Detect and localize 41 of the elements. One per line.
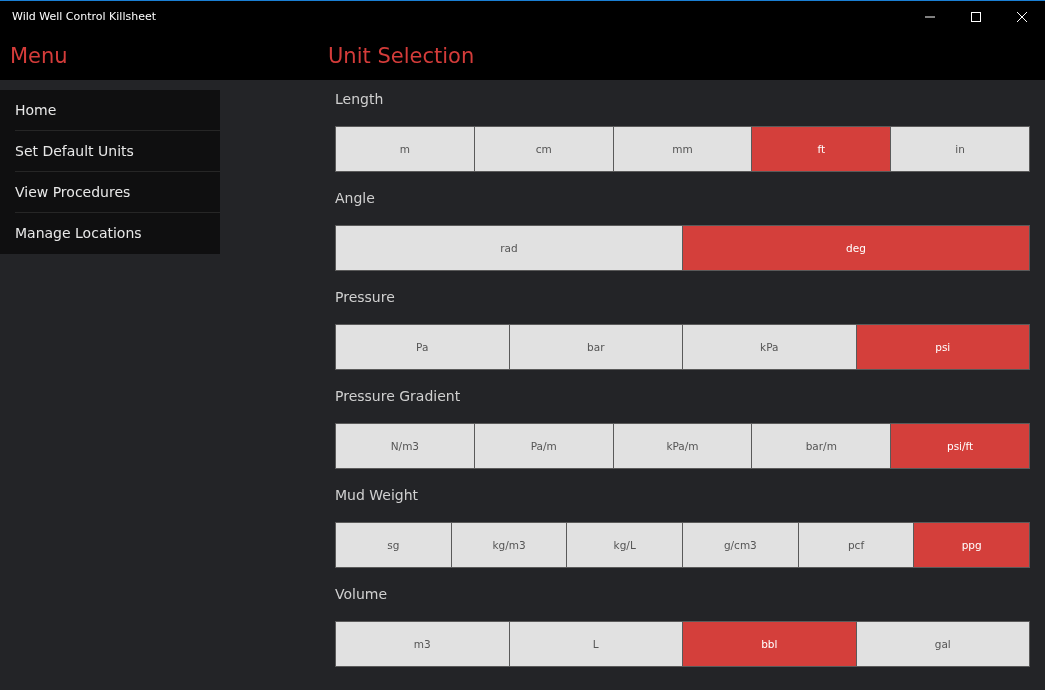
- unit-group-label: Pressure Gradient: [335, 388, 462, 406]
- unit-option-button[interactable]: mm: [612, 127, 752, 171]
- unit-option-button[interactable]: m3: [336, 622, 509, 666]
- unit-option-button[interactable]: kg/L: [566, 523, 682, 567]
- unit-option-button[interactable]: gal: [855, 622, 1029, 666]
- unit-option-button[interactable]: N/m3: [336, 424, 474, 468]
- unit-option-button[interactable]: Pa: [336, 325, 509, 369]
- menu-title: Menu: [9, 44, 69, 68]
- unit-option-button[interactable]: cm: [473, 127, 613, 171]
- unit-option-button[interactable]: ppg: [913, 523, 1030, 567]
- unit-group-label: Pressure: [335, 289, 396, 307]
- menu-item[interactable]: Manage Locations: [15, 213, 220, 254]
- unit-option-button[interactable]: bar: [508, 325, 682, 369]
- unit-option-button[interactable]: in: [890, 127, 1029, 171]
- unit-option-button[interactable]: m: [336, 127, 474, 171]
- menu-item[interactable]: Set Default Units: [15, 131, 220, 172]
- unit-group-label: Mud Weight: [335, 487, 420, 505]
- unit-option-button[interactable]: kg/m3: [450, 523, 567, 567]
- page-title: Unit Selection: [327, 44, 475, 68]
- unit-option-button[interactable]: psi/ft: [890, 424, 1029, 468]
- menu-item[interactable]: View Procedures: [15, 172, 220, 213]
- unit-group-label: Length: [335, 91, 385, 109]
- unit-group-label: Volume: [335, 586, 389, 604]
- unit-option-button[interactable]: ft: [751, 127, 891, 171]
- unit-option-button[interactable]: psi: [855, 325, 1029, 369]
- unit-option-button[interactable]: Pa/m: [473, 424, 613, 468]
- unit-option-button[interactable]: L: [508, 622, 682, 666]
- close-icon[interactable]: [1016, 10, 1028, 23]
- unit-option-button[interactable]: deg: [682, 226, 1029, 270]
- unit-option-button[interactable]: bar/m: [751, 424, 891, 468]
- unit-option-button[interactable]: kPa: [682, 325, 856, 369]
- unit-option-button[interactable]: rad: [336, 226, 682, 270]
- unit-group-label: Angle: [335, 190, 376, 208]
- unit-option-button[interactable]: sg: [336, 523, 451, 567]
- unit-option-button[interactable]: g/cm3: [682, 523, 798, 567]
- unit-option-button[interactable]: kPa/m: [612, 424, 752, 468]
- maximize-icon[interactable]: [970, 10, 982, 23]
- menu-item[interactable]: Home: [15, 90, 220, 131]
- unit-option-button[interactable]: pcf: [797, 523, 914, 567]
- window-title: Wild Well Control Killsheet: [11, 10, 157, 23]
- unit-option-button[interactable]: bbl: [682, 622, 856, 666]
